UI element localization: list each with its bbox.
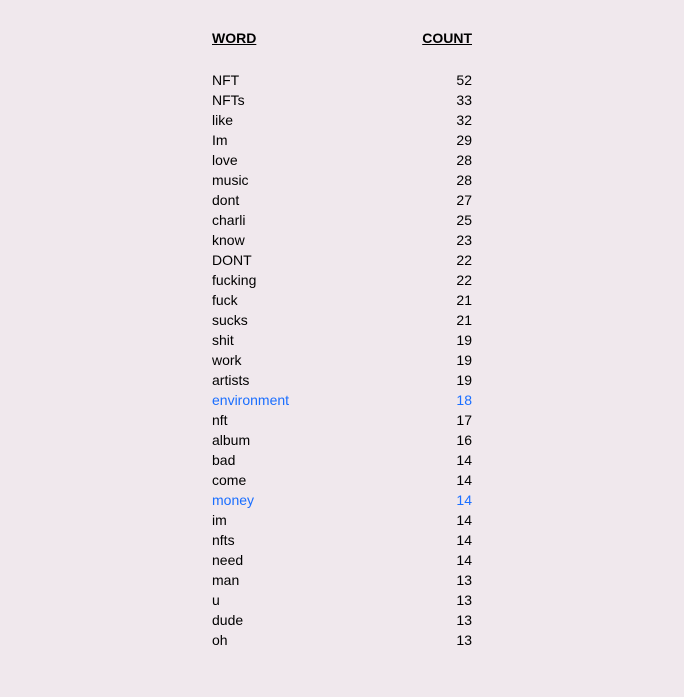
cell-word: im bbox=[212, 512, 352, 528]
cell-word: need bbox=[212, 552, 352, 568]
table-row: fucking 22 bbox=[212, 270, 472, 290]
table-row: environment 18 bbox=[212, 390, 472, 410]
table-row: bad 14 bbox=[212, 450, 472, 470]
table-row: im 14 bbox=[212, 510, 472, 530]
table-row: artists 19 bbox=[212, 370, 472, 390]
table-row: nfts 14 bbox=[212, 530, 472, 550]
cell-count: 14 bbox=[412, 512, 472, 528]
cell-count: 52 bbox=[412, 72, 472, 88]
cell-word: man bbox=[212, 572, 352, 588]
table-row: charli 25 bbox=[212, 210, 472, 230]
cell-word: come bbox=[212, 472, 352, 488]
table-row: money 14 bbox=[212, 490, 472, 510]
cell-word: charli bbox=[212, 212, 352, 228]
cell-count: 14 bbox=[412, 552, 472, 568]
cell-count: 16 bbox=[412, 432, 472, 448]
cell-word: DONT bbox=[212, 252, 352, 268]
cell-count: 21 bbox=[412, 312, 472, 328]
cell-count: 13 bbox=[412, 592, 472, 608]
cell-count: 33 bbox=[412, 92, 472, 108]
table-row: dude 13 bbox=[212, 610, 472, 630]
table-row: man 13 bbox=[212, 570, 472, 590]
table-row: dont 27 bbox=[212, 190, 472, 210]
table-row: need 14 bbox=[212, 550, 472, 570]
table-row: fuck 21 bbox=[212, 290, 472, 310]
cell-word: oh bbox=[212, 632, 352, 648]
cell-count: 25 bbox=[412, 212, 472, 228]
cell-word: like bbox=[212, 112, 352, 128]
cell-word: album bbox=[212, 432, 352, 448]
cell-word: dont bbox=[212, 192, 352, 208]
table-header: WORD COUNT bbox=[212, 30, 472, 50]
cell-count: 14 bbox=[412, 472, 472, 488]
table-row: Im 29 bbox=[212, 130, 472, 150]
table-row: nft 17 bbox=[212, 410, 472, 430]
cell-count: 22 bbox=[412, 252, 472, 268]
cell-word: money bbox=[212, 492, 352, 508]
cell-count: 21 bbox=[412, 292, 472, 308]
word-column-header: WORD bbox=[212, 30, 352, 46]
table-row: come 14 bbox=[212, 470, 472, 490]
table-row: shit 19 bbox=[212, 330, 472, 350]
table-row: u 13 bbox=[212, 590, 472, 610]
cell-count: 28 bbox=[412, 152, 472, 168]
table-row: oh 13 bbox=[212, 630, 472, 650]
cell-count: 19 bbox=[412, 372, 472, 388]
cell-count: 22 bbox=[412, 272, 472, 288]
cell-count: 19 bbox=[412, 332, 472, 348]
cell-word: artists bbox=[212, 372, 352, 388]
cell-word: love bbox=[212, 152, 352, 168]
cell-word: bad bbox=[212, 452, 352, 468]
cell-count: 14 bbox=[412, 492, 472, 508]
cell-word: nfts bbox=[212, 532, 352, 548]
cell-word: sucks bbox=[212, 312, 352, 328]
cell-count: 13 bbox=[412, 572, 472, 588]
table-row: sucks 21 bbox=[212, 310, 472, 330]
cell-count: 14 bbox=[412, 532, 472, 548]
word-count-table: WORD COUNT NFT52NFTs33like32Im29love28mu… bbox=[212, 30, 472, 650]
cell-word: nft bbox=[212, 412, 352, 428]
table-row: love 28 bbox=[212, 150, 472, 170]
cell-word: dude bbox=[212, 612, 352, 628]
table-row: NFTs 33 bbox=[212, 90, 472, 110]
table-row: album 16 bbox=[212, 430, 472, 450]
cell-count: 19 bbox=[412, 352, 472, 368]
table-row: DONT 22 bbox=[212, 250, 472, 270]
cell-count: 28 bbox=[412, 172, 472, 188]
cell-count: 13 bbox=[412, 632, 472, 648]
cell-count: 23 bbox=[412, 232, 472, 248]
count-column-header: COUNT bbox=[412, 30, 472, 46]
table-row: work 19 bbox=[212, 350, 472, 370]
cell-word: fuck bbox=[212, 292, 352, 308]
cell-count: 17 bbox=[412, 412, 472, 428]
cell-word: Im bbox=[212, 132, 352, 148]
table-row: like 32 bbox=[212, 110, 472, 130]
cell-word: music bbox=[212, 172, 352, 188]
cell-word: NFT bbox=[212, 72, 352, 88]
cell-count: 18 bbox=[412, 392, 472, 408]
cell-count: 32 bbox=[412, 112, 472, 128]
cell-word: NFTs bbox=[212, 92, 352, 108]
cell-word: environment bbox=[212, 392, 352, 408]
table-body: NFT 52 NFTs 33 like 32 Im 29 love 28 music 28 dont 27… bbox=[212, 70, 472, 650]
table-row: music 28 bbox=[212, 170, 472, 190]
table-row: know 23 bbox=[212, 230, 472, 250]
cell-count: 27 bbox=[412, 192, 472, 208]
cell-word: know bbox=[212, 232, 352, 248]
cell-word: u bbox=[212, 592, 352, 608]
cell-count: 29 bbox=[412, 132, 472, 148]
cell-count: 13 bbox=[412, 612, 472, 628]
cell-word: shit bbox=[212, 332, 352, 348]
table-row: NFT 52 bbox=[212, 70, 472, 90]
cell-word: work bbox=[212, 352, 352, 368]
cell-count: 14 bbox=[412, 452, 472, 468]
cell-word: fucking bbox=[212, 272, 352, 288]
